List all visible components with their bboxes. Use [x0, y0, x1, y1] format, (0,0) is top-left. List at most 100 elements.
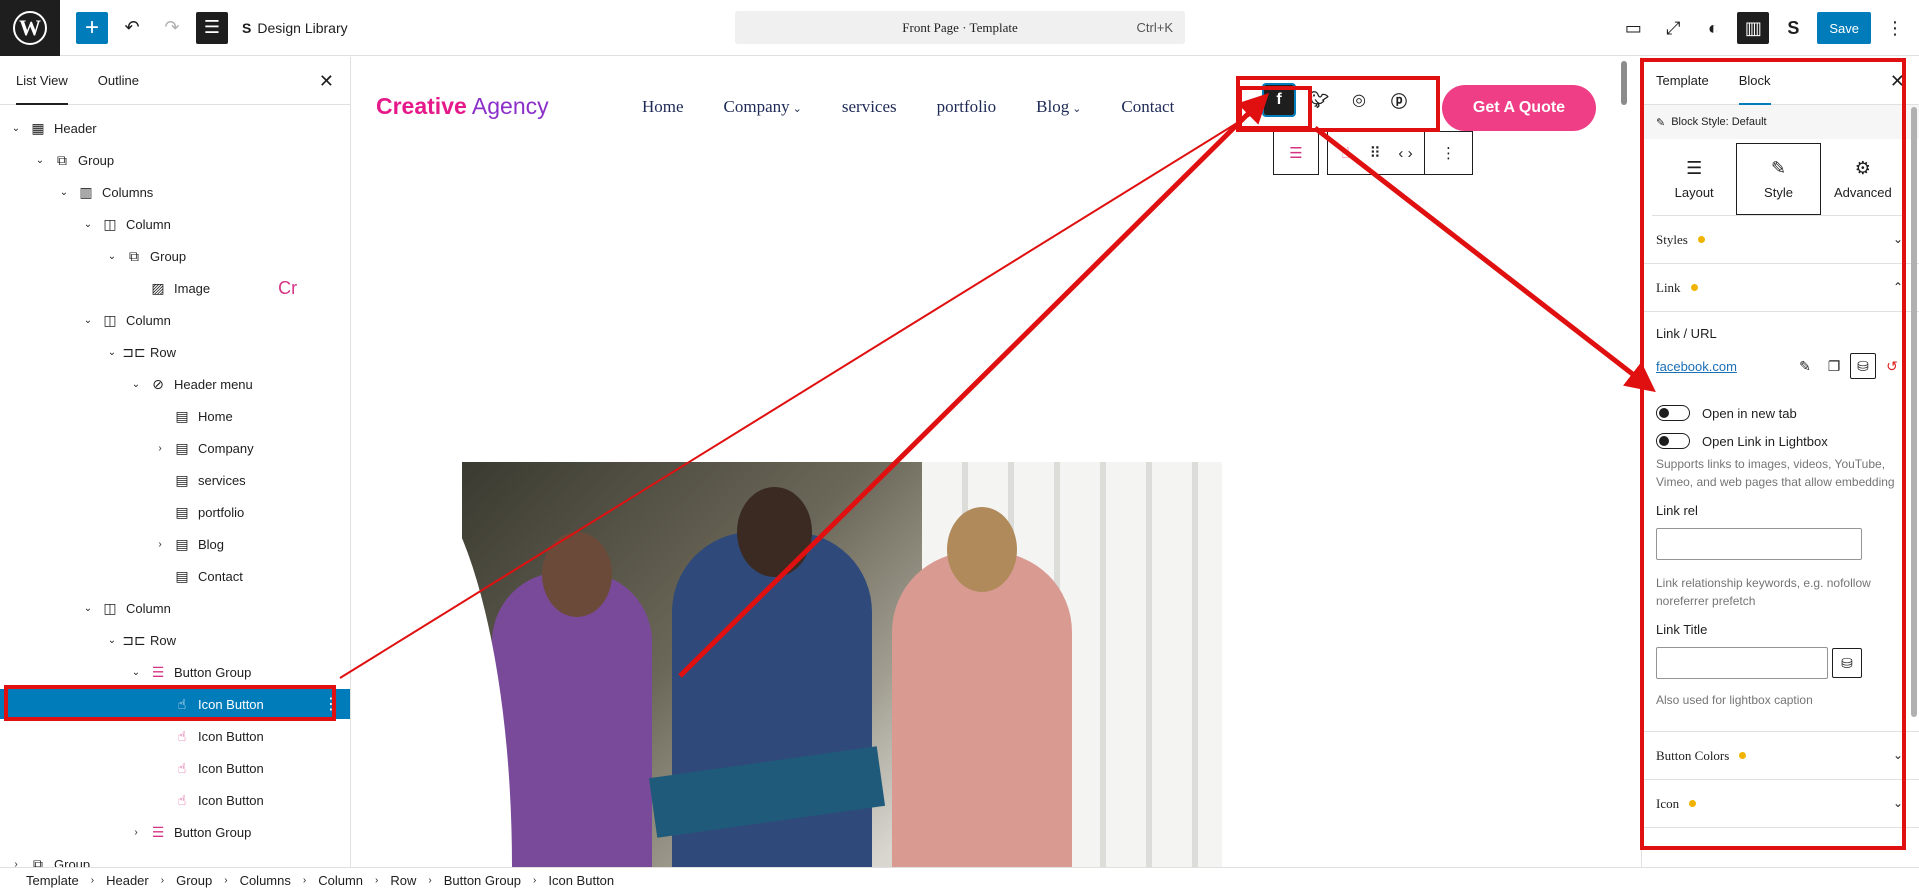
block-options-button[interactable]: ⋮ [1425, 131, 1473, 175]
list-view-item[interactable]: ⌄ ⊐⊏ Row [0, 337, 350, 367]
list-view-item[interactable]: ⌄ ⊘ Header menu [0, 369, 350, 399]
list-view-item-label: Icon Button [198, 792, 264, 808]
list-view-item[interactable]: ⌄ ◫ Column [0, 593, 350, 623]
breadcrumb-item[interactable]: Columns [240, 873, 291, 888]
list-view-item[interactable]: ⌄ ⊐⊏ Row [0, 625, 350, 655]
list-view-tabs: List View Outline ✕ [0, 57, 350, 105]
list-view-item[interactable]: ⌄ ☰ Button Group [0, 657, 350, 687]
move-buttons[interactable]: ‹ › [1387, 131, 1425, 175]
breadcrumb-item[interactable]: Icon Button [548, 873, 614, 888]
chevron-down-icon[interactable]: ⌄ [104, 251, 120, 262]
options-menu-button[interactable]: ⋮ [1879, 12, 1911, 44]
chevron-down-icon[interactable]: ⌄ [128, 379, 144, 390]
canvas-scrollbar[interactable] [1619, 57, 1629, 867]
chevron-right-icon[interactable]: › [152, 539, 168, 550]
breadcrumb-item[interactable]: Column [318, 873, 363, 888]
nav-item[interactable]: Contact [1121, 97, 1174, 117]
nav-item[interactable]: portfolio [937, 97, 997, 117]
chevron-down-icon[interactable]: ⌄ [104, 635, 120, 646]
chevron-right-icon: › [160, 875, 165, 886]
wordpress-logo-button[interactable]: W [0, 0, 60, 56]
document-title: Front Page · Template [902, 19, 1018, 35]
undo-button[interactable]: ↶ [116, 12, 148, 44]
chevron-right-icon[interactable]: › [128, 827, 144, 838]
open-in-new-window-button[interactable]: ⤢ [1657, 12, 1689, 44]
chevron-down-icon[interactable]: ⌄ [8, 123, 24, 134]
design-library-label: Design Library [257, 19, 348, 36]
chevron-down-icon[interactable]: ⌄ [32, 155, 48, 166]
breadcrumb-item[interactable]: Row [390, 873, 416, 888]
editor-top-bar: W + ↶ ↷ ☰ S Design Library Front Page · … [0, 0, 1919, 56]
list-view-item-label: Button Group [174, 664, 252, 680]
list-view-item[interactable]: ▤ Contact [0, 561, 350, 591]
preview-device-button[interactable]: ▭ [1617, 12, 1649, 44]
list-view-item[interactable]: ▨ Image Cr [0, 273, 350, 303]
close-list-view-button[interactable]: ✕ [319, 71, 334, 92]
list-view-item[interactable]: ⌄ ◫ Column [0, 305, 350, 335]
page-icon: ▤ [175, 503, 189, 520]
nav-item[interactable]: Home [642, 97, 684, 117]
chevron-down-icon[interactable]: ⌄ [104, 347, 120, 358]
list-view-item[interactable]: ☝ Icon Button [0, 721, 350, 751]
block-breadcrumb: Template › Header › Group › Columns › Column › Row… [0, 867, 1919, 893]
nav-item[interactable]: Company ⌄ [724, 97, 802, 117]
chevron-right-icon: › [428, 875, 432, 886]
hero-image[interactable] [462, 462, 1222, 867]
list-view-item[interactable]: ▤ portfolio [0, 497, 350, 527]
list-view-item[interactable]: ▤ services [0, 465, 350, 495]
chevron-down-icon[interactable]: ⌄ [80, 219, 96, 230]
button-group-icon: ☰ [1289, 145, 1303, 162]
list-view-item[interactable]: ⌄ ▥ Columns [0, 177, 350, 207]
chevron-down-icon[interactable]: ⌄ [80, 315, 96, 326]
design-library-button[interactable]: S Design Library [242, 20, 348, 36]
chevron-right-icon[interactable]: › [8, 859, 24, 868]
settings-scrollbar[interactable] [1911, 107, 1917, 717]
command-palette-search[interactable]: Front Page · Template Ctrl+K [735, 11, 1185, 44]
settings-sidebar-toggle[interactable]: ▥ [1737, 12, 1770, 44]
list-view-item[interactable]: ▤ Home [0, 401, 350, 431]
stackable-settings-button[interactable]: S [1777, 12, 1809, 44]
list-view-item[interactable]: › ⧉ Group [0, 849, 350, 868]
list-view-item-label: Column [126, 600, 171, 616]
breadcrumb-item[interactable]: Group [176, 873, 212, 888]
group-icon: ⧉ [33, 855, 43, 868]
page-icon: ▤ [175, 567, 189, 584]
chevron-down-icon[interactable]: ⌄ [128, 667, 144, 678]
styles-button[interactable]: ◐ [1697, 12, 1729, 44]
redo-button[interactable]: ↷ [156, 12, 188, 44]
list-view-item[interactable]: › ☰ Button Group [0, 817, 350, 847]
chevron-down-icon[interactable]: ⌄ [56, 187, 72, 198]
canvas-scrollbar-thumb[interactable] [1621, 61, 1627, 105]
list-view-item[interactable]: ⌄ ◫ Column [0, 209, 350, 239]
get-a-quote-button[interactable]: Get A Quote [1442, 85, 1596, 131]
select-parent-button[interactable]: ☰ [1273, 131, 1319, 175]
nav-item[interactable]: services [842, 97, 897, 117]
list-view-item-label: Group [78, 152, 115, 168]
list-view-item[interactable]: ⌄ ⧉ Group [0, 145, 350, 175]
chevron-right-icon[interactable]: › [152, 443, 168, 454]
drag-handle[interactable]: ⠿ [1363, 131, 1387, 175]
hand-pointer-icon: ☝ [177, 759, 187, 776]
breadcrumb-item[interactable]: Template [26, 873, 79, 888]
document-overview-button[interactable]: ☰ [196, 11, 228, 44]
tab-outline[interactable]: Outline [98, 57, 139, 105]
add-block-button[interactable]: + [76, 11, 108, 44]
annotation-box-settings-panel [1640, 58, 1906, 850]
nav-item[interactable]: Blog ⌄ [1036, 97, 1081, 117]
list-view-item[interactable]: ⌄ ▦ Header [0, 113, 350, 143]
list-view-item[interactable]: ☝ Icon Button [0, 753, 350, 783]
list-view-item[interactable]: ⌄ ⧉ Group [0, 241, 350, 271]
list-view-item[interactable]: › ▤ Company [0, 433, 350, 463]
breadcrumb-item[interactable]: Header [106, 873, 149, 888]
save-button[interactable]: Save [1817, 12, 1871, 44]
list-view-item[interactable]: ☝ Icon Button [0, 785, 350, 815]
breadcrumb-item[interactable]: Button Group [444, 873, 521, 888]
site-logo[interactable]: Creative Agency [376, 93, 549, 120]
chevron-right-icon: › [224, 875, 228, 886]
block-type-button[interactable]: ☝ [1327, 131, 1363, 175]
nav-item-label: Contact [1121, 97, 1175, 116]
list-view-panel: List View Outline ✕ ⌄ ▦ Header ⌄ ⧉ Group ⌄ ▥ Col… [0, 57, 351, 867]
chevron-down-icon[interactable]: ⌄ [80, 603, 96, 614]
list-view-item[interactable]: › ▤ Blog [0, 529, 350, 559]
tab-list-view[interactable]: List View [16, 57, 68, 105]
